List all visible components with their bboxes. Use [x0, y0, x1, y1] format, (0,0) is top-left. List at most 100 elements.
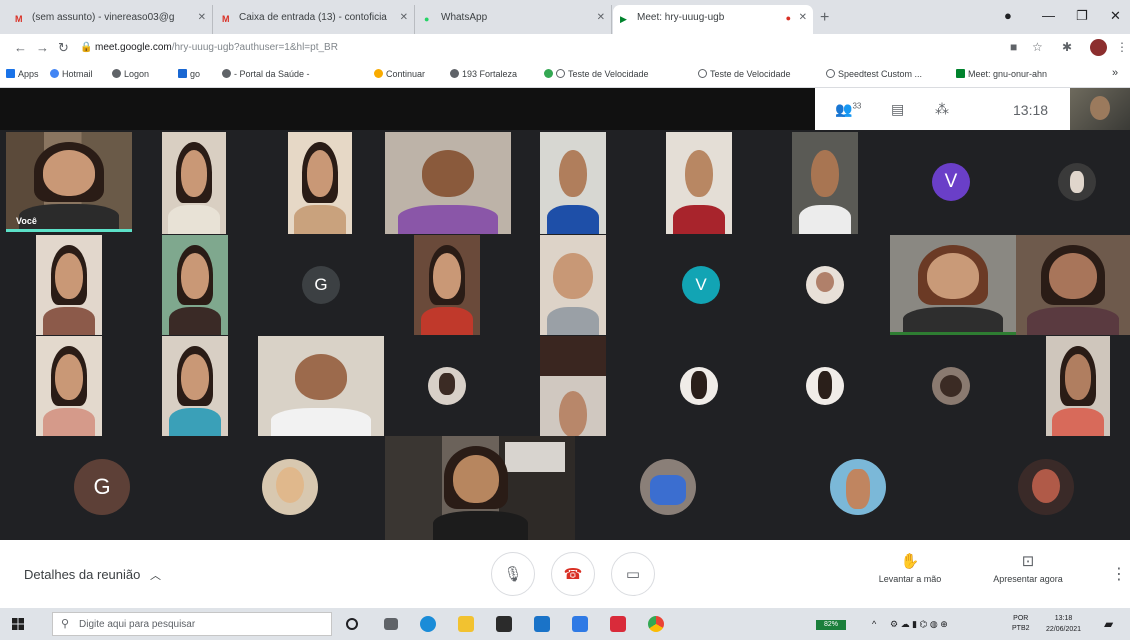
taskbar-clock[interactable]: 13:18 22/06/2021 [1046, 613, 1081, 635]
tab-gmail-inbox[interactable]: M Caixa de entrada (13) - contoficia ✕ [215, 5, 415, 34]
language-indicator[interactable]: POR PTB2 [1012, 614, 1030, 634]
bookmark-continuar[interactable]: Continuar [374, 69, 425, 79]
bookmark-go[interactable]: go [178, 69, 200, 79]
forward-arrow-icon[interactable]: → [36, 40, 49, 55]
avatar[interactable] [932, 367, 970, 405]
back-arrow-icon[interactable]: ← [14, 40, 27, 55]
calendar-app-icon[interactable] [572, 616, 588, 632]
bookmark-teste-1[interactable]: Teste de Velocidade [544, 69, 649, 79]
avatar[interactable] [806, 367, 844, 405]
video-tile[interactable] [36, 235, 102, 335]
microphone-icon: 🎙 [503, 566, 523, 583]
close-icon[interactable]: ✕ [799, 12, 807, 23]
tab-gmail-draft[interactable]: M (sem assunto) - vinereaso03@g ✕ [8, 5, 213, 34]
avatar[interactable] [262, 459, 318, 515]
tab-whatsapp[interactable]: ● WhatsApp ✕ [417, 5, 612, 34]
chart-icon [178, 69, 187, 78]
store-icon[interactable] [496, 616, 512, 632]
video-tile[interactable] [540, 235, 606, 335]
edge-icon[interactable] [420, 616, 436, 632]
self-view-thumbnail[interactable] [1070, 88, 1130, 130]
video-tile[interactable] [288, 132, 352, 234]
activities-icon[interactable]: ⁂ [935, 101, 949, 118]
avatar[interactable] [806, 266, 844, 304]
video-tile[interactable] [414, 235, 480, 335]
avatar[interactable] [830, 459, 886, 515]
microphone-button[interactable]: 🎙 [491, 552, 535, 596]
video-tile[interactable] [162, 336, 228, 436]
profile-dot-icon[interactable]: ● [1004, 8, 1012, 23]
notifications-icon[interactable]: ▰ [1104, 617, 1113, 631]
raise-hand-button[interactable]: ✋ Levantar a mão [866, 552, 954, 584]
bookmark-apps[interactable]: Apps [6, 69, 39, 79]
tray-chevron-icon[interactable]: ^ [872, 619, 876, 629]
avatar[interactable] [1090, 39, 1107, 56]
avatar[interactable] [428, 367, 466, 405]
video-tile-pinned[interactable] [385, 436, 575, 540]
end-call-button[interactable]: ☎ [551, 552, 595, 596]
video-tile[interactable] [258, 336, 384, 436]
avatar[interactable] [1018, 459, 1074, 515]
window-close-icon[interactable]: ✕ [1110, 8, 1121, 24]
mail-icon[interactable] [534, 616, 550, 632]
video-tile[interactable] [1016, 235, 1130, 335]
camera-indicator-icon[interactable]: ■ [1010, 40, 1017, 54]
bookmark-teste-2[interactable]: Teste de Velocidade [698, 69, 791, 79]
present-screen-icon: ⊡ [1021, 553, 1035, 570]
bookmark-portal-saude[interactable]: - Portal da Saúde - [222, 69, 310, 79]
avatar[interactable]: G [302, 266, 340, 304]
tray-icons[interactable]: ⚙ ☁ ▮ ⌬ ◍ ⊕ [890, 619, 948, 630]
bookmark-meet[interactable]: Meet: gnu-onur-ahn [956, 69, 1047, 79]
file-explorer-icon[interactable] [458, 616, 474, 632]
avatar[interactable]: V [932, 163, 970, 201]
taskbar-search-input[interactable]: ⚲ Digite aqui para pesquisar [52, 612, 332, 636]
video-tile[interactable] [1046, 336, 1110, 436]
avatar[interactable] [640, 459, 696, 515]
bookmark-fortaleza[interactable]: 193 Fortaleza [450, 69, 517, 79]
avatar[interactable]: V [682, 266, 720, 304]
bookmark-logon[interactable]: Logon [112, 69, 149, 79]
video-tile[interactable] [540, 132, 606, 234]
video-tile[interactable] [792, 132, 858, 234]
bookmark-hotmail[interactable]: Hotmail [50, 69, 93, 79]
bookmarks-overflow-icon[interactable]: » [1112, 67, 1118, 79]
more-options-icon[interactable]: ⋮ [1111, 564, 1127, 584]
bookmark-speedtest[interactable]: Speedtest Custom ... [826, 69, 922, 79]
extensions-icon[interactable]: ✱ [1062, 40, 1072, 54]
video-tile[interactable] [540, 336, 606, 436]
menu-kebab-icon[interactable]: ⋮ [1116, 40, 1128, 54]
video-tile[interactable] [890, 235, 1016, 335]
avatar[interactable] [680, 367, 718, 405]
video-tile[interactable] [36, 336, 102, 436]
mcafee-icon[interactable] [610, 616, 626, 632]
windows-start-icon[interactable] [12, 618, 24, 630]
avatar[interactable]: G [74, 459, 130, 515]
avatar[interactable] [1058, 163, 1096, 201]
cortana-icon[interactable] [346, 618, 358, 630]
participants-icon[interactable]: 👥33 [835, 101, 861, 118]
meeting-details-toggle[interactable]: Detalhes da reunião ︿ [24, 567, 161, 583]
video-tile[interactable] [385, 132, 511, 234]
video-tile-self[interactable]: Você [6, 132, 132, 232]
new-tab-button[interactable]: + [820, 9, 829, 27]
video-tile[interactable] [162, 132, 226, 234]
close-icon[interactable]: ✕ [198, 12, 206, 23]
present-now-button[interactable]: ⊡ Apresentar agora [980, 552, 1076, 584]
close-icon[interactable]: ✕ [400, 12, 408, 23]
close-icon[interactable]: ✕ [597, 12, 605, 23]
bookmark-label: - Portal da Saúde - [234, 69, 310, 79]
tab-meet[interactable]: ▶ Meet: hry-uuug-ugb ● ✕ [613, 5, 813, 34]
minimize-icon[interactable]: — [1042, 8, 1055, 23]
battery-indicator[interactable]: 82% [816, 620, 846, 630]
camera-button[interactable]: ▭ [611, 552, 655, 596]
task-view-icon[interactable] [384, 618, 398, 630]
chat-icon[interactable]: ▤ [891, 101, 904, 118]
url-field[interactable]: meet.google.com/hry-uuug-ugb?authuser=1&… [95, 42, 338, 53]
video-tile[interactable] [666, 132, 732, 234]
video-tile[interactable] [162, 235, 228, 335]
star-icon[interactable]: ☆ [1032, 40, 1043, 54]
reload-icon[interactable]: ↻ [58, 40, 69, 56]
chrome-icon[interactable] [648, 616, 664, 632]
maximize-icon[interactable]: ❐ [1076, 8, 1088, 24]
presentation-strip [0, 88, 815, 130]
